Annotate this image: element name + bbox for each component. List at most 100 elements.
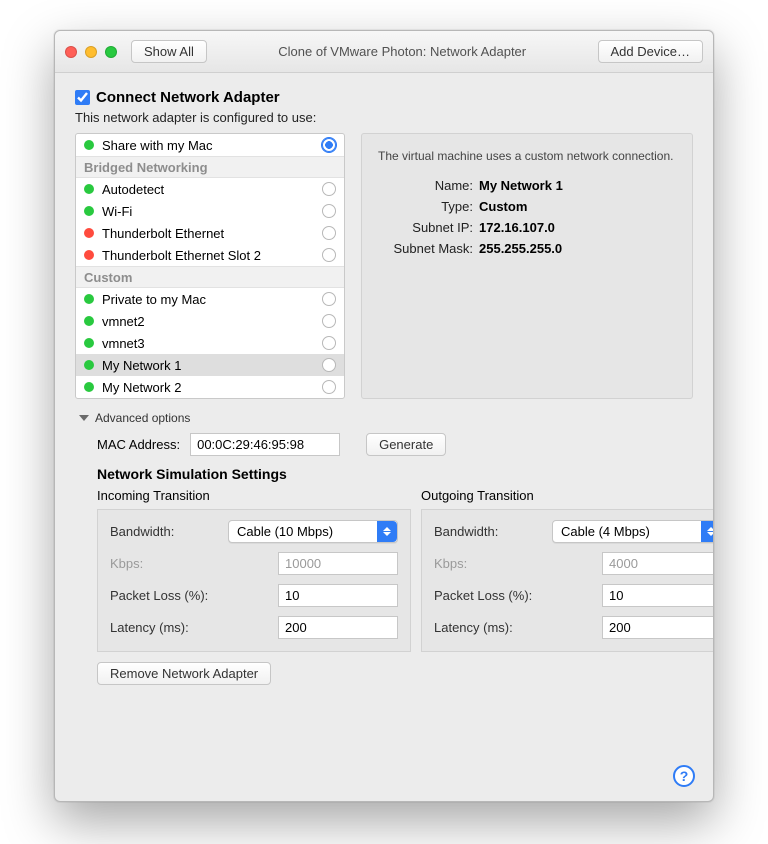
- network-item-label: Wi-Fi: [102, 204, 314, 219]
- info-mask-value: 255.255.255.0: [479, 241, 676, 256]
- network-item-thunderbolt2[interactable]: Thunderbolt Ethernet Slot 2: [76, 244, 344, 266]
- incoming-bandwidth-value: Cable (10 Mbps): [237, 524, 333, 539]
- outgoing-title: Outgoing Transition: [421, 488, 713, 503]
- network-item-thunderbolt[interactable]: Thunderbolt Ethernet: [76, 222, 344, 244]
- custom-section-header: Custom: [76, 266, 344, 288]
- radio[interactable]: [322, 248, 336, 262]
- window-controls: [65, 46, 117, 58]
- connect-label: Connect Network Adapter: [96, 89, 280, 106]
- network-item-label: Share with my Mac: [102, 138, 314, 153]
- status-dot-icon: [84, 316, 94, 326]
- mac-label: MAC Address:: [97, 437, 180, 452]
- network-item-label: Private to my Mac: [102, 292, 314, 307]
- chevron-down-icon: [79, 415, 89, 421]
- radio-selected[interactable]: [322, 138, 336, 152]
- incoming-bandwidth-select[interactable]: Cable (10 Mbps): [228, 520, 398, 543]
- status-dot-icon: [84, 382, 94, 392]
- remove-adapter-button[interactable]: Remove Network Adapter: [97, 662, 271, 685]
- outgoing-loss-input[interactable]: [602, 584, 713, 607]
- zoom-icon[interactable]: [105, 46, 117, 58]
- network-item-label: My Network 2: [102, 380, 314, 395]
- outgoing-bandwidth-select[interactable]: Cable (4 Mbps): [552, 520, 713, 543]
- mac-address-input[interactable]: [190, 433, 340, 456]
- minimize-icon[interactable]: [85, 46, 97, 58]
- network-item-vmnet3[interactable]: vmnet3: [76, 332, 344, 354]
- network-item-label: Thunderbolt Ethernet: [102, 226, 314, 241]
- network-item-label: vmnet2: [102, 314, 314, 329]
- incoming-title: Incoming Transition: [97, 488, 411, 503]
- settings-window: Show All Clone of VMware Photon: Network…: [54, 30, 714, 802]
- outgoing-kbps-label: Kbps:: [434, 556, 544, 571]
- info-description: The virtual machine uses a custom networ…: [378, 148, 676, 164]
- titlebar: Show All Clone of VMware Photon: Network…: [55, 31, 713, 73]
- status-dot-icon: [84, 294, 94, 304]
- radio[interactable]: [322, 204, 336, 218]
- network-item-vmnet2[interactable]: vmnet2: [76, 310, 344, 332]
- content: Connect Network Adapter This network ada…: [55, 73, 713, 801]
- info-panel: The virtual machine uses a custom networ…: [361, 133, 693, 399]
- network-item-label: Thunderbolt Ethernet Slot 2: [102, 248, 314, 263]
- info-mask-label: Subnet Mask:: [378, 241, 473, 256]
- info-name-label: Name:: [378, 178, 473, 193]
- updown-icon: [701, 521, 713, 542]
- status-dot-icon: [84, 184, 94, 194]
- connect-subtext: This network adapter is configured to us…: [75, 110, 693, 125]
- radio[interactable]: [322, 292, 336, 306]
- incoming-pane: Incoming Transition Bandwidth: Cable (10…: [97, 488, 411, 652]
- outgoing-loss-label: Packet Loss (%):: [434, 588, 544, 603]
- info-name-value: My Network 1: [479, 178, 676, 193]
- info-type-value: Custom: [479, 199, 676, 214]
- status-dot-icon: [84, 228, 94, 238]
- network-item-share[interactable]: Share with my Mac: [76, 134, 344, 156]
- bridged-section-header: Bridged Networking: [76, 156, 344, 178]
- window-title: Clone of VMware Photon: Network Adapter: [215, 44, 590, 59]
- connect-checkbox[interactable]: [75, 90, 90, 105]
- radio[interactable]: [322, 380, 336, 394]
- incoming-latency-label: Latency (ms):: [110, 620, 220, 635]
- outgoing-latency-label: Latency (ms):: [434, 620, 544, 635]
- incoming-bandwidth-label: Bandwidth:: [110, 524, 220, 539]
- outgoing-pane: Outgoing Transition Bandwidth: Cable (4 …: [421, 488, 713, 652]
- generate-button[interactable]: Generate: [366, 433, 446, 456]
- radio[interactable]: [322, 336, 336, 350]
- incoming-loss-label: Packet Loss (%):: [110, 588, 220, 603]
- updown-icon: [377, 521, 397, 542]
- status-dot-icon: [84, 360, 94, 370]
- info-subnet-label: Subnet IP:: [378, 220, 473, 235]
- advanced-label: Advanced options: [95, 411, 190, 425]
- sim-header: Network Simulation Settings: [97, 466, 693, 482]
- network-list: Share with my Mac Bridged Networking Aut…: [75, 133, 345, 399]
- radio[interactable]: [322, 358, 336, 372]
- radio[interactable]: [322, 182, 336, 196]
- network-item-wifi[interactable]: Wi-Fi: [76, 200, 344, 222]
- network-item-mynetwork1[interactable]: My Network 1: [76, 354, 344, 376]
- help-button[interactable]: ?: [673, 765, 695, 787]
- info-subnet-value: 172.16.107.0: [479, 220, 676, 235]
- network-item-private[interactable]: Private to my Mac: [76, 288, 344, 310]
- network-item-label: Autodetect: [102, 182, 314, 197]
- outgoing-bandwidth-value: Cable (4 Mbps): [561, 524, 650, 539]
- network-item-autodetect[interactable]: Autodetect: [76, 178, 344, 200]
- connect-row: Connect Network Adapter: [75, 89, 693, 106]
- outgoing-bandwidth-label: Bandwidth:: [434, 524, 544, 539]
- mac-row: MAC Address: Generate: [97, 433, 693, 456]
- incoming-loss-input[interactable]: [278, 584, 398, 607]
- radio[interactable]: [322, 226, 336, 240]
- radio[interactable]: [322, 314, 336, 328]
- incoming-kbps-label: Kbps:: [110, 556, 220, 571]
- outgoing-kbps-input: [602, 552, 713, 575]
- network-item-label: vmnet3: [102, 336, 314, 351]
- close-icon[interactable]: [65, 46, 77, 58]
- incoming-latency-input[interactable]: [278, 616, 398, 639]
- info-type-label: Type:: [378, 199, 473, 214]
- status-dot-icon: [84, 250, 94, 260]
- incoming-kbps-input: [278, 552, 398, 575]
- network-item-label: My Network 1: [102, 358, 314, 373]
- outgoing-latency-input[interactable]: [602, 616, 713, 639]
- status-dot-icon: [84, 140, 94, 150]
- network-item-mynetwork2[interactable]: My Network 2: [76, 376, 344, 398]
- add-device-button[interactable]: Add Device…: [598, 40, 703, 63]
- show-all-button[interactable]: Show All: [131, 40, 207, 63]
- advanced-disclosure[interactable]: Advanced options: [79, 411, 693, 425]
- status-dot-icon: [84, 338, 94, 348]
